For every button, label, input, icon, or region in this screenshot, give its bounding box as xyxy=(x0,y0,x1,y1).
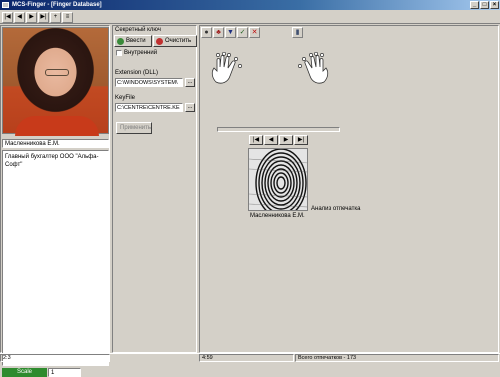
status-bar: 2:3 4:59 Всего отпечатков - 173 xyxy=(0,353,500,362)
apply-button[interactable]: Применить xyxy=(116,122,152,134)
secret-key-panel: Секретный ключ Ввести Очистить Внутренни… xyxy=(112,25,197,353)
left-hand-icon[interactable] xyxy=(208,52,248,88)
eraser-icon xyxy=(156,38,163,45)
next-record-button[interactable]: ▶ xyxy=(26,12,37,23)
window-title: MCS-Finger - [Finger Database] xyxy=(12,2,102,8)
keyfile-browse-button[interactable]: ... xyxy=(185,103,195,112)
minimize-button[interactable]: _ xyxy=(470,1,479,9)
extension-label: Extension (DLL) xyxy=(115,70,159,76)
keyfile-label: KeyFile xyxy=(115,95,136,101)
pin-icon[interactable]: ● xyxy=(201,27,212,38)
apply-button-label: Применить xyxy=(120,125,152,131)
print-owner-caption: Масленникова Е.М. xyxy=(250,213,305,219)
title-bar: MCS-Finger - [Finger Database] _ □ × xyxy=(0,0,500,10)
maximize-button[interactable]: □ xyxy=(480,1,489,9)
internal-label: Внутренний xyxy=(124,50,158,56)
next-print-button[interactable]: ▶ xyxy=(279,135,293,145)
list-button[interactable]: ≡ xyxy=(62,12,73,23)
print-analysis-caption: Анализ отпечатка xyxy=(311,206,361,212)
internal-checkbox[interactable] xyxy=(116,50,122,56)
scan-progress-bar xyxy=(217,127,340,132)
fingerprint-panel: ● ♣ ▼ ✓ ✕ ▮ |◀ ◀ ▶ ▶| Масленникова Е.М. … xyxy=(199,25,499,353)
extension-browse-button[interactable]: ... xyxy=(185,78,195,87)
users-icon[interactable]: ♣ xyxy=(213,27,224,38)
clear-button-label: Очистить xyxy=(165,38,192,44)
last-print-button[interactable]: ▶| xyxy=(294,135,308,145)
delete-icon[interactable]: ✕ xyxy=(249,27,260,38)
secret-key-header: Секретный ключ xyxy=(115,27,161,33)
person-photo xyxy=(2,27,109,136)
prev-record-button[interactable]: ◀ xyxy=(14,12,25,23)
close-button[interactable]: × xyxy=(490,1,499,9)
last-record-button[interactable]: ▶| xyxy=(38,12,49,23)
scale-stepper[interactable]: 1 xyxy=(48,368,81,377)
enter-button-label: Ввести xyxy=(126,38,146,44)
scale-status: Scale xyxy=(2,368,47,377)
check-icon[interactable]: ✓ xyxy=(237,27,248,38)
record-toolbar: |◀ ◀ ▶ ▶| + ≡ xyxy=(0,11,500,24)
person-panel: Масленникова Е.М. Главный бухгалтер ООО … xyxy=(0,25,110,377)
first-record-button[interactable]: |◀ xyxy=(2,12,13,23)
add-record-button[interactable]: + xyxy=(50,12,61,23)
fingerprint-image xyxy=(248,148,308,211)
extension-field[interactable]: C:\WINDOWS\SYSTEM\ xyxy=(115,78,183,87)
person-notes-field[interactable]: Главный бухгалтер ООО "Альфа-Софт" xyxy=(2,150,109,366)
enter-button[interactable]: Ввести xyxy=(114,35,152,47)
scale-value: 1 xyxy=(51,370,55,376)
key-icon xyxy=(117,38,124,45)
first-print-button[interactable]: |◀ xyxy=(249,135,263,145)
right-hand-icon[interactable] xyxy=(292,52,332,88)
clear-button[interactable]: Очистить xyxy=(153,35,197,47)
shirt-shape xyxy=(15,116,99,136)
card-icon[interactable]: ▮ xyxy=(292,27,303,38)
glasses-shape xyxy=(45,69,69,76)
main-window: MCS-Finger - [Finger Database] _ □ × |◀ … xyxy=(0,0,500,377)
prev-print-button[interactable]: ◀ xyxy=(264,135,278,145)
person-name-field[interactable]: Масленникова Е.М. xyxy=(2,139,109,148)
keyfile-field[interactable]: C:\CENTRE\CENTRE.KE xyxy=(115,103,183,112)
down-arrow-icon[interactable]: ▼ xyxy=(225,27,236,38)
app-icon xyxy=(2,2,9,8)
